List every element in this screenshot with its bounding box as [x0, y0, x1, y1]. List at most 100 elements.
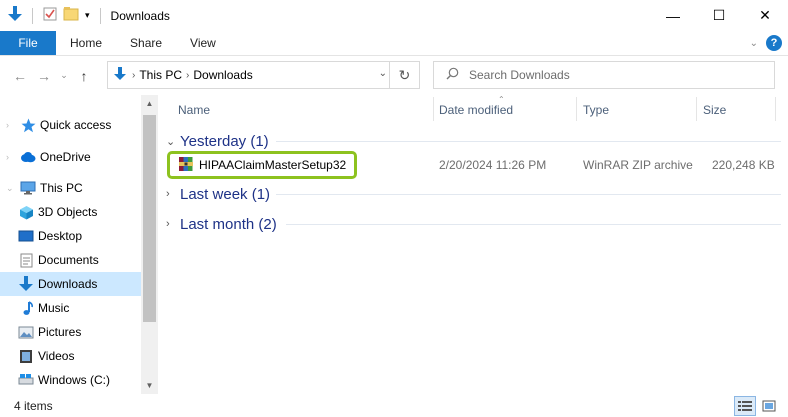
column-divider[interactable]	[433, 97, 434, 121]
recent-locations-chevron-icon[interactable]: ⌄	[58, 66, 70, 86]
title-bar: ▾ Downloads — ☐ ✕	[0, 0, 788, 31]
column-divider[interactable]	[576, 97, 577, 121]
properties-icon[interactable]	[43, 7, 57, 24]
details-view-button[interactable]	[734, 396, 756, 416]
sidebar-item-music[interactable]: Music	[0, 296, 141, 320]
scroll-up-arrow-icon[interactable]: ▲	[141, 95, 158, 112]
column-header-size[interactable]: Size	[703, 103, 726, 117]
expand-chevron-icon[interactable]: ›	[166, 218, 180, 230]
column-header-type[interactable]: Type	[583, 103, 609, 117]
sidebar-item-documents[interactable]: Documents	[0, 248, 141, 272]
minimize-button[interactable]: —	[650, 0, 696, 31]
large-icons-view-button[interactable]	[758, 396, 780, 416]
group-label: Yesterday (1)	[180, 132, 269, 150]
details-view-icon	[738, 401, 752, 411]
sidebar-item-videos[interactable]: Videos	[0, 344, 141, 368]
customize-toolbar-chevron-icon[interactable]: ▾	[85, 10, 90, 21]
file-date-modified: 2/20/2024 11:26 PM	[439, 158, 547, 172]
sidebar-item-3d-objects[interactable]: 3D Objects	[0, 200, 141, 224]
sidebar-item-this-pc[interactable]: ⌄ This PC	[0, 176, 141, 200]
tab-home[interactable]: Home	[56, 31, 116, 55]
breadcrumb-downloads[interactable]: Downloads	[193, 68, 252, 82]
file-size: 220,248 KB	[712, 158, 775, 172]
expand-chevron-icon[interactable]: ›	[6, 120, 16, 130]
document-icon	[18, 252, 34, 268]
expand-chevron-icon[interactable]: ›	[6, 152, 16, 162]
collapse-chevron-icon[interactable]: ⌄	[6, 183, 16, 194]
expand-ribbon-chevron-icon[interactable]: ⌄	[750, 38, 758, 49]
file-row[interactable]: HIPAAClaimMasterSetup32 2/20/2024 11:26 …	[166, 151, 786, 179]
music-icon	[18, 300, 34, 316]
group-divider	[286, 224, 781, 225]
downloads-location-icon	[114, 66, 126, 84]
sidebar-item-windows-c[interactable]: Windows (C:)	[0, 368, 141, 392]
help-button[interactable]: ?	[766, 35, 782, 51]
tab-view[interactable]: View	[176, 31, 230, 55]
column-header-name[interactable]: Name	[178, 103, 210, 117]
column-divider[interactable]	[696, 97, 697, 121]
sidebar-item-label: OneDrive	[40, 150, 91, 164]
file-name[interactable]: HIPAAClaimMasterSetup32	[199, 158, 346, 172]
column-headers: Name ⌃ Date modified Type Size	[158, 95, 788, 123]
address-bar[interactable]: › This PC › Downloads ⌄ ↻	[107, 61, 420, 89]
tab-file[interactable]: File	[0, 31, 56, 55]
toolbar-divider	[32, 7, 33, 24]
sidebar-item-label: Pictures	[38, 325, 82, 339]
nav-pane-scrollbar[interactable]: ▲ ▼	[141, 95, 158, 394]
scroll-thumb[interactable]	[143, 115, 156, 322]
breadcrumb-separator-icon[interactable]: ›	[186, 70, 189, 81]
new-folder-icon[interactable]	[63, 7, 79, 24]
item-count: 4 items	[14, 398, 53, 413]
search-input[interactable]	[469, 68, 749, 82]
group-header-last-month[interactable]: › Last month (2)	[166, 213, 277, 235]
group-label: Last month (2)	[180, 215, 277, 233]
breadcrumb-separator-icon[interactable]: ›	[132, 70, 135, 81]
close-button[interactable]: ✕	[742, 0, 788, 31]
sidebar-item-label: Videos	[38, 349, 75, 363]
forward-arrow-icon[interactable]: →	[34, 66, 54, 86]
cloud-icon	[20, 149, 36, 165]
cube-icon	[18, 204, 34, 220]
sidebar-item-label: This PC	[40, 181, 83, 195]
address-history-chevron-icon[interactable]: ⌄	[379, 68, 387, 79]
drive-icon	[18, 372, 34, 388]
star-icon	[20, 117, 36, 133]
sidebar-item-label: Documents	[38, 253, 99, 267]
desktop-icon	[18, 228, 34, 244]
breadcrumb-this-pc[interactable]: This PC	[139, 68, 182, 82]
sidebar-item-pictures[interactable]: Pictures	[0, 320, 141, 344]
sidebar-item-onedrive[interactable]: › OneDrive	[0, 145, 141, 169]
view-switcher	[734, 396, 780, 416]
sidebar-item-label: Desktop	[38, 229, 83, 243]
status-bar: 4 items	[0, 394, 788, 417]
search-box[interactable]	[433, 61, 775, 89]
up-arrow-icon[interactable]: ↑	[74, 66, 94, 86]
sidebar-item-label: 3D Objects	[38, 205, 98, 219]
expand-chevron-icon[interactable]: ›	[166, 188, 180, 200]
group-label: Last week (1)	[180, 185, 271, 203]
pictures-icon	[18, 324, 34, 340]
back-arrow-icon[interactable]: ←	[10, 66, 30, 86]
sidebar-item-label: Quick access	[40, 118, 112, 132]
sidebar-item-desktop[interactable]: Desktop	[0, 224, 141, 248]
sidebar-item-label: Downloads	[38, 277, 98, 291]
maximize-button[interactable]: ☐	[696, 0, 742, 31]
toolbar-divider	[99, 7, 101, 24]
ribbon-tabs: File Home Share View ⌄ ?	[0, 31, 788, 56]
group-header-last-week[interactable]: › Last week (1)	[166, 183, 270, 205]
group-header-yesterday[interactable]: ⌄ Yesterday (1)	[166, 130, 269, 152]
quick-access-toolbar: ▾	[0, 6, 105, 25]
large-icons-view-icon	[762, 400, 776, 412]
computer-icon	[20, 180, 36, 196]
collapse-chevron-icon[interactable]: ⌄	[166, 135, 180, 148]
scroll-down-arrow-icon[interactable]: ▼	[141, 377, 158, 394]
navigation-row: ← → ⌄ ↑ › This PC › Downloads ⌄ ↻	[0, 56, 788, 95]
tab-share[interactable]: Share	[116, 31, 176, 55]
refresh-icon[interactable]: ↻	[389, 62, 419, 88]
group-divider	[276, 194, 781, 195]
sidebar-item-quick-access[interactable]: › Quick access	[0, 113, 141, 137]
column-divider[interactable]	[775, 97, 776, 121]
column-header-date-modified[interactable]: Date modified	[439, 103, 513, 117]
download-arrow-icon	[8, 6, 22, 25]
sidebar-item-downloads[interactable]: Downloads	[0, 272, 141, 296]
